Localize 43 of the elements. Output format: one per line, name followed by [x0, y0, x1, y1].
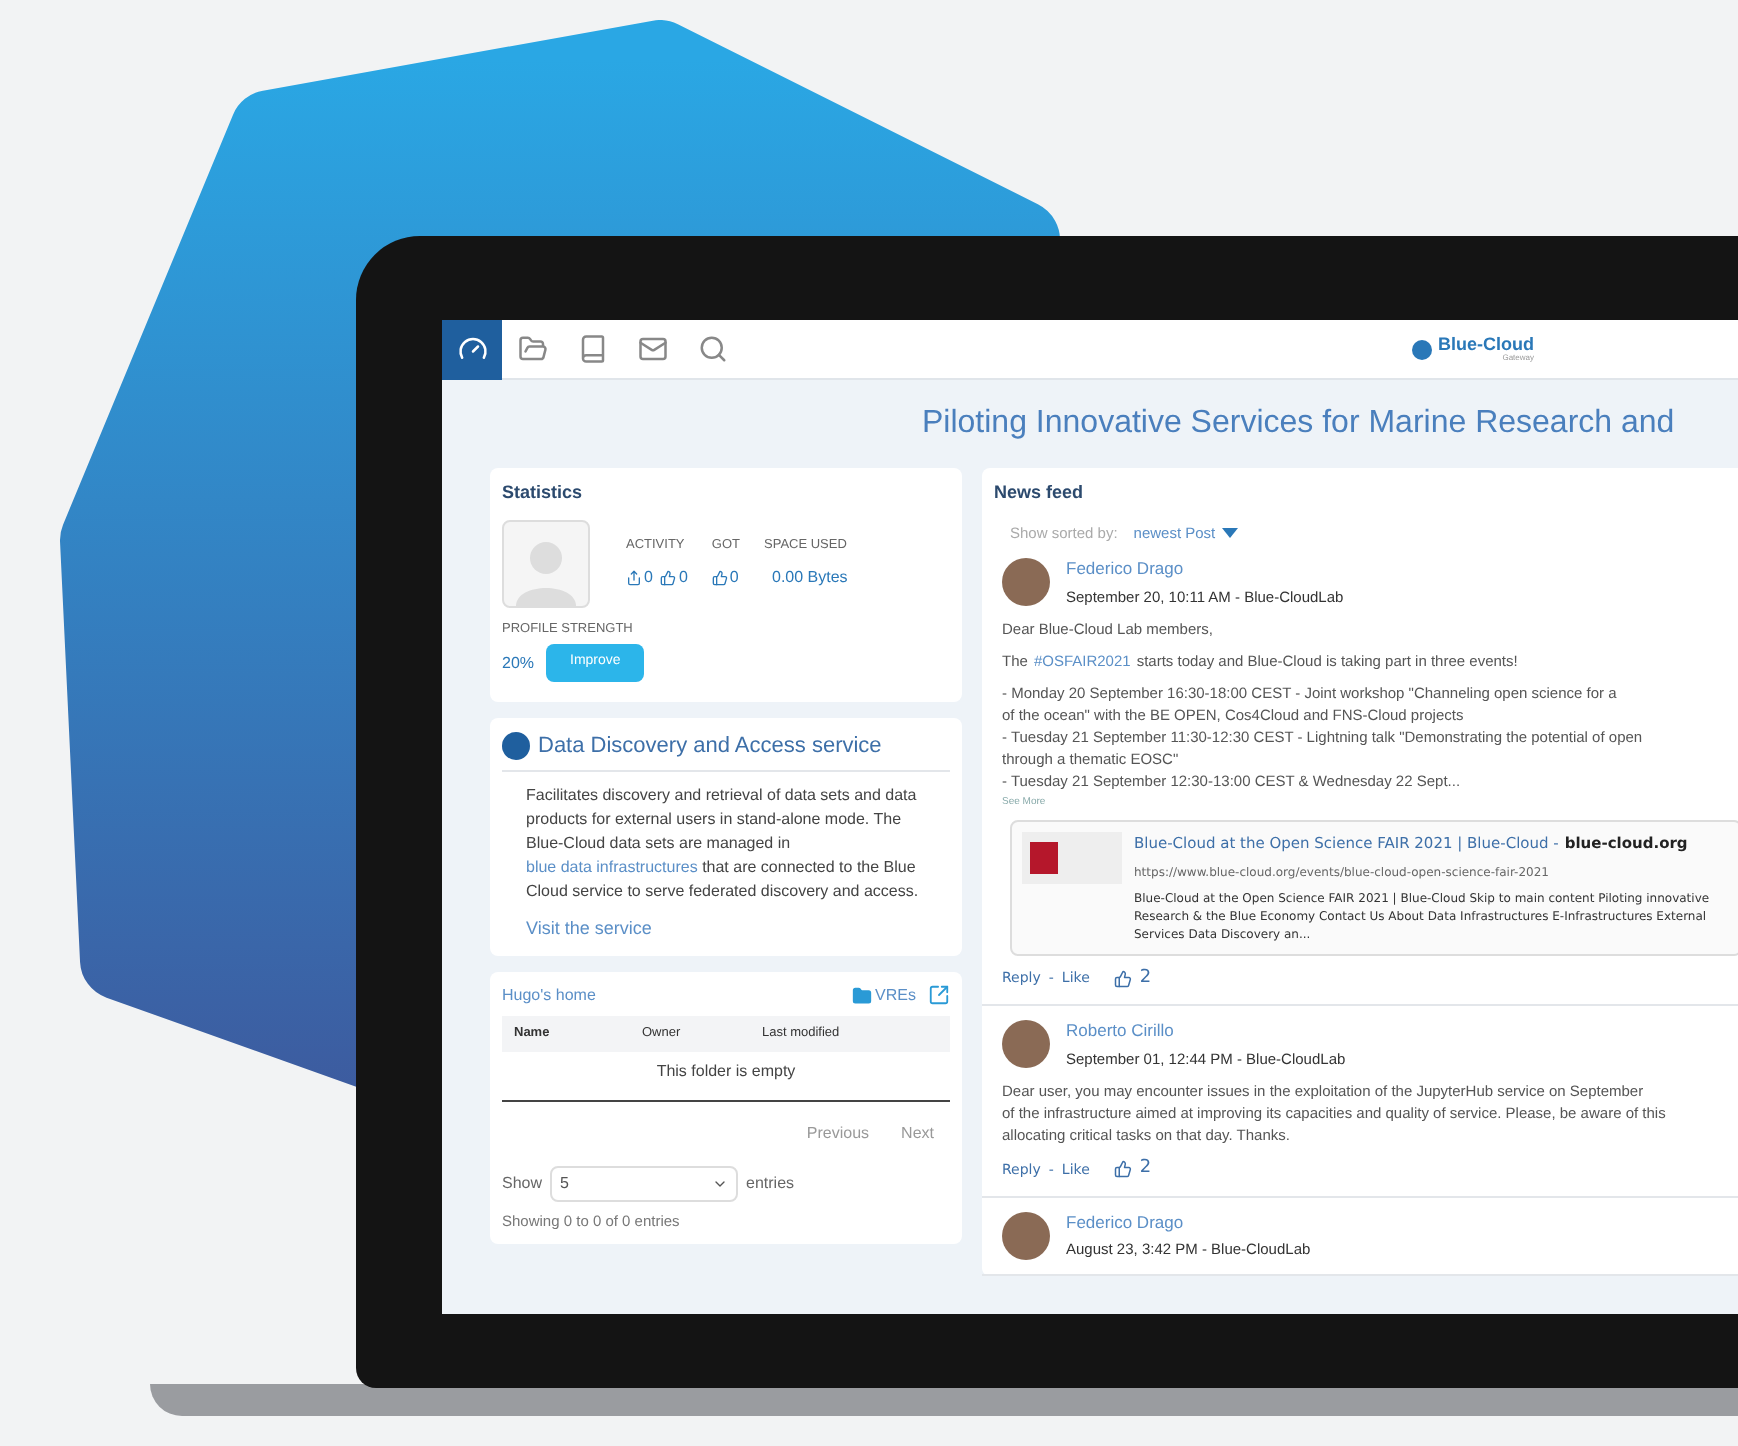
folder-icon — [517, 334, 547, 364]
logo-text: Blue-Cloud — [1438, 336, 1534, 354]
gauge-icon — [457, 334, 487, 364]
profile-silhouette-icon — [502, 519, 590, 607]
caret-icon — [1221, 527, 1238, 538]
infrastructures-link[interactable]: blue data infrastructures — [526, 858, 698, 877]
author-link[interactable]: Roberto Cirillo — [1066, 1018, 1346, 1044]
stat-value: 0 — [729, 565, 739, 590]
vres-link[interactable]: VREs — [875, 983, 916, 1008]
author-link[interactable]: Federico Drago — [1066, 555, 1344, 581]
thumbs-up-icon — [711, 569, 728, 586]
like-count: 2 — [1139, 1156, 1152, 1182]
show-label: Show — [502, 1171, 543, 1195]
book-icon — [577, 334, 607, 364]
mail-icon — [637, 334, 667, 364]
next-link[interactable]: Next — [901, 1121, 934, 1145]
author-link[interactable]: Federico Drago — [1066, 1209, 1311, 1235]
toolbar-button[interactable] — [442, 320, 502, 379]
stat-value: 0.00 Bytes — [772, 565, 848, 590]
thumbs-up-icon — [1113, 1160, 1132, 1179]
page-size-select[interactable]: 5 — [550, 1165, 739, 1201]
entries-label: entries — [746, 1171, 795, 1195]
page-title: Piloting Innovative Services for Marine Research and — [922, 404, 1675, 444]
stat-value: 0 — [644, 565, 653, 590]
previous-link[interactable]: Previous — [806, 1121, 870, 1145]
stat-value: 0 — [678, 565, 688, 590]
service-description: Facilitates discovery and retrieval of data sets and data products for external users in stand-alone mode. The Blue-Cloud data sets are managed in blue data infrastructures that are connected to the Blue Cloud service to serve federated discovery and access. — [524, 784, 921, 905]
panel-title: News feed — [994, 480, 1086, 506]
link-preview-card[interactable] — [1010, 820, 1738, 955]
thumbs-up-icon — [1113, 969, 1132, 988]
like-count: 2 — [1139, 965, 1152, 991]
search-icon — [697, 334, 727, 364]
empty-message: This folder is empty — [656, 1059, 796, 1084]
visit-service-link[interactable]: Visit the service — [502, 916, 676, 944]
folder-icon — [851, 985, 872, 1006]
thumbs-up-icon — [660, 569, 677, 586]
profile-strength-value: 20% — [502, 651, 535, 675]
share-arrow-icon — [626, 569, 642, 586]
panel-title: Hugo's home — [502, 983, 596, 1008]
panel-title: Data Discovery and Access service — [538, 731, 882, 762]
external-link-icon[interactable] — [928, 984, 950, 1007]
thumbnail-placeholder — [1022, 832, 1122, 885]
panel-title: Statistics — [502, 480, 585, 506]
